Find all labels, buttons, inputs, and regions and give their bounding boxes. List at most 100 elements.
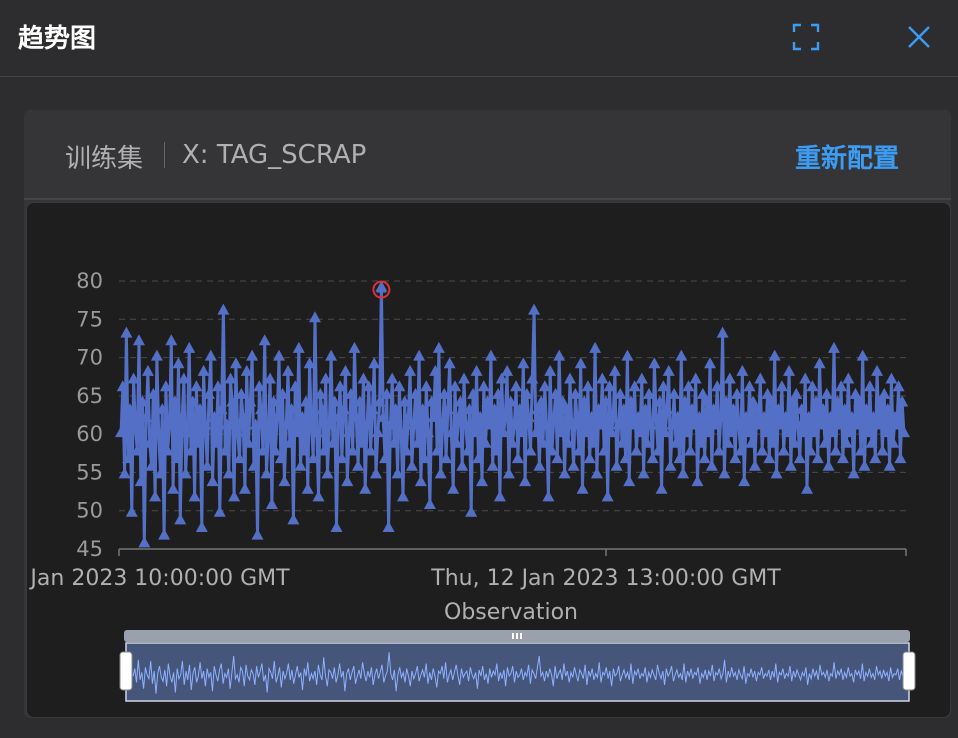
data-point-marker[interactable] [748,459,761,471]
data-point-marker[interactable] [420,380,433,392]
data-point-marker[interactable] [635,372,648,384]
data-point-marker[interactable] [404,364,417,376]
data-point-marker[interactable] [793,452,806,464]
data-point-marker[interactable] [141,364,154,376]
data-point-marker[interactable] [756,444,769,456]
data-point-marker[interactable] [172,357,185,369]
data-point-marker[interactable] [601,490,614,502]
data-point-marker[interactable] [341,475,354,487]
data-zoom-left-handle[interactable] [119,651,133,691]
data-point-marker[interactable] [684,444,697,456]
data-point-marker[interactable] [339,364,352,376]
data-point-marker[interactable] [197,364,210,376]
data-point-marker[interactable] [228,490,241,502]
data-point-marker[interactable] [689,372,702,384]
data-point-marker[interactable] [287,513,300,525]
data-point-marker[interactable] [132,334,145,346]
data-point-marker[interactable] [348,341,361,353]
data-zoom-window[interactable] [125,642,910,702]
data-zoom[interactable] [119,630,916,702]
data-point-marker[interactable] [510,380,523,392]
data-point-marker[interactable] [621,349,634,361]
data-point-marker[interactable] [278,475,291,487]
data-point-marker[interactable] [704,357,717,369]
data-point-marker[interactable] [138,536,151,548]
data-point-marker[interactable] [188,490,201,502]
data-zoom-right-handle[interactable] [902,651,916,691]
data-point-marker[interactable] [456,459,469,471]
data-point-marker[interactable] [738,475,751,487]
data-point-marker[interactable] [675,349,688,361]
data-point-marker[interactable] [648,357,661,369]
fullscreen-icon[interactable] [792,23,820,51]
data-point-marker[interactable] [894,452,907,464]
data-point-marker[interactable] [596,372,609,384]
data-point-marker[interactable] [330,521,343,533]
data-point-marker[interactable] [292,341,305,353]
data-point-marker[interactable] [567,459,580,471]
data-point-marker[interactable] [790,387,803,399]
data-point-marker[interactable] [768,349,781,361]
data-point-marker[interactable] [878,387,891,399]
data-point-marker[interactable] [698,452,711,464]
data-point-marker[interactable] [477,380,490,392]
data-point-marker[interactable] [542,490,555,502]
data-point-marker[interactable] [574,357,587,369]
data-point-marker[interactable] [583,452,596,464]
data-point-marker[interactable] [165,334,178,346]
data-point-marker[interactable] [623,475,636,487]
data-point-marker[interactable] [405,459,418,471]
data-point-marker[interactable] [443,357,456,369]
data-point-marker[interactable] [238,482,251,494]
data-point-marker[interactable] [371,426,384,438]
data-point-marker[interactable] [517,357,530,369]
data-point-marker[interactable] [553,349,566,361]
data-point-marker[interactable] [382,521,395,533]
data-point-marker[interactable] [863,380,876,392]
drag-grip-icon[interactable] [512,633,522,639]
data-point-marker[interactable] [501,364,514,376]
data-point-marker[interactable] [827,341,840,353]
data-point-marker[interactable] [589,341,602,353]
data-point-marker[interactable] [434,467,447,479]
data-point-marker[interactable] [519,475,532,487]
data-point-marker[interactable] [458,372,471,384]
data-point-marker[interactable] [871,364,884,376]
data-point-marker[interactable] [120,326,133,338]
data-point-marker[interactable] [528,303,541,315]
data-point-marker[interactable] [608,364,621,376]
data-point-marker[interactable] [842,372,855,384]
data-point-marker[interactable] [630,444,643,456]
data-point-marker[interactable] [447,482,460,494]
data-point-marker[interactable] [563,372,576,384]
data-point-marker[interactable] [820,387,833,399]
data-point-marker[interactable] [359,482,372,494]
data-point-marker[interactable] [229,357,242,369]
data-point-marker[interactable] [581,380,594,392]
data-point-marker[interactable] [396,490,409,502]
data-point-marker[interactable] [655,482,668,494]
close-icon[interactable] [905,23,933,51]
data-point-marker[interactable] [799,372,812,384]
data-point-marker[interactable] [251,528,264,540]
data-point-marker[interactable] [174,513,187,525]
data-point-marker[interactable] [273,349,286,361]
data-point-marker[interactable] [149,490,162,502]
data-point-marker[interactable] [829,444,842,456]
data-point-marker[interactable] [195,521,208,533]
data-point-marker[interactable] [662,364,675,376]
data-point-marker[interactable] [883,459,896,471]
data-point-marker[interactable] [258,334,271,346]
data-point-marker[interactable] [470,364,483,376]
data-point-marker[interactable] [282,364,295,376]
data-point-marker[interactable] [544,364,557,376]
data-point-marker[interactable] [368,357,381,369]
data-point-marker[interactable] [294,459,307,471]
data-point-marker[interactable] [716,326,729,338]
data-point-marker[interactable] [736,364,749,376]
data-point-marker[interactable] [386,372,399,384]
data-point-marker[interactable] [217,303,230,315]
data-point-marker[interactable] [301,482,314,494]
data-point-marker[interactable] [206,475,219,487]
data-point-marker[interactable] [723,372,736,384]
